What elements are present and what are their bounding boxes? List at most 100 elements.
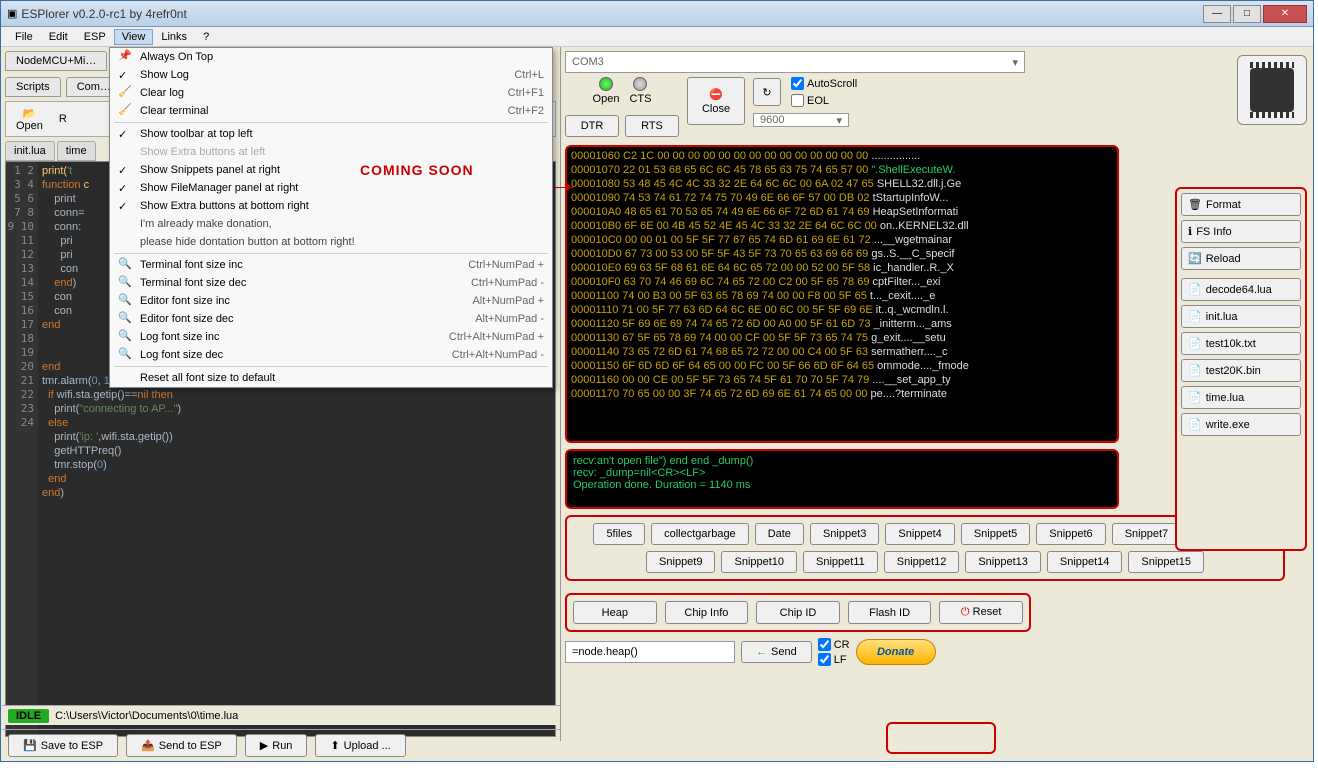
minimize-button[interactable]: — — [1203, 5, 1231, 23]
donation-note: I'm already make donation, — [110, 215, 552, 233]
menu-term-font-inc[interactable]: 🔍Terminal font size incCtrl+NumPad + — [110, 256, 552, 274]
menu-log-font-dec[interactable]: 🔍Log font size decCtrl+Alt+NumPad - — [110, 346, 552, 364]
file-icon: 📄 — [1188, 364, 1202, 377]
snippet-button-6[interactable]: Snippet6 — [1036, 523, 1105, 545]
file-item-1[interactable]: 📄init.lua — [1181, 305, 1301, 328]
flashid-button[interactable]: Flash ID — [848, 601, 932, 624]
rts-button[interactable]: RTS — [625, 115, 679, 137]
hex-row: 00001160 00 00 CE 00 5F 5F 73 65 74 5F 6… — [571, 373, 1113, 387]
snippet-button-1[interactable]: collectgarbage — [651, 523, 749, 545]
snippet-button-10[interactable]: Snippet10 — [721, 551, 797, 573]
heap-button[interactable]: Heap — [573, 601, 657, 624]
cts-led-icon — [633, 77, 647, 91]
run-button[interactable]: ▶Run — [245, 734, 308, 757]
file-item-3[interactable]: 📄test20K.bin — [1181, 359, 1301, 382]
baud-combo[interactable]: 9600 — [753, 113, 849, 127]
file-tab-time[interactable]: time — [57, 141, 96, 161]
subtab-scripts[interactable]: Scripts — [5, 77, 61, 97]
close-button[interactable]: ✕ — [1263, 5, 1307, 23]
snippet-button-12[interactable]: Snippet12 — [884, 551, 960, 573]
menu-show-toolbar-topleft[interactable]: ✓Show toolbar at top left — [110, 125, 552, 143]
r-button[interactable]: R — [53, 111, 73, 127]
file-item-2[interactable]: 📄test10k.txt — [1181, 332, 1301, 355]
tab-nodemcu[interactable]: NodeMCU+Mi… — [5, 51, 107, 71]
donate-button[interactable]: Donate — [856, 639, 936, 665]
app-icon: ▣ — [7, 7, 17, 20]
menu-show-extra-left: Show Extra buttons at left — [110, 143, 552, 161]
snippet-button-9[interactable]: Snippet9 — [646, 551, 715, 573]
hex-row: 00001070 22 01 53 68 65 6C 6C 45 78 65 6… — [571, 163, 1113, 177]
info-icon: ℹ — [1188, 225, 1192, 238]
chipid-button[interactable]: Chip ID — [756, 601, 840, 624]
snippet-button-0[interactable]: 5files — [593, 523, 645, 545]
reset-button[interactable]: ⏻ Reset — [939, 601, 1023, 624]
menu-show-log[interactable]: ✓Show LogCtrl+L — [110, 66, 552, 84]
format-button[interactable]: 🗑Format — [1181, 193, 1301, 216]
zoom-in-icon: 🔍 — [118, 293, 134, 309]
esp-chip-button[interactable] — [1237, 55, 1307, 125]
menu-show-extra-bottomright[interactable]: ✓Show Extra buttons at bottom right — [110, 197, 552, 215]
check-icon: ✓ — [118, 182, 127, 195]
log-line: recv: _dump=nil<CR><LF> — [573, 467, 1111, 479]
menu-clear-terminal[interactable]: 🧹Clear terminalCtrl+F2 — [110, 102, 552, 120]
close-port-button[interactable]: ⛔Close — [687, 77, 745, 125]
maximize-button[interactable]: □ — [1233, 5, 1261, 23]
snippet-button-14[interactable]: Snippet14 — [1047, 551, 1123, 573]
snippet-button-15[interactable]: Snippet15 — [1128, 551, 1204, 573]
refresh-icon: ↻ — [762, 86, 771, 99]
menu-show-snippets-right[interactable]: ✓Show Snippets panel at right — [110, 161, 552, 179]
file-item-5[interactable]: 📄write.exe — [1181, 413, 1301, 436]
snippet-button-2[interactable]: Date — [755, 523, 804, 545]
autoscroll-checkbox[interactable]: AutoScroll — [791, 77, 857, 90]
menu-term-font-dec[interactable]: 🔍Terminal font size decCtrl+NumPad - — [110, 274, 552, 292]
snippet-button-13[interactable]: Snippet13 — [965, 551, 1041, 573]
cts-label: CTS — [629, 93, 651, 105]
cr-checkbox[interactable]: CR — [818, 638, 850, 651]
snippet-button-7[interactable]: Snippet7 — [1112, 523, 1181, 545]
file-item-4[interactable]: 📄time.lua — [1181, 386, 1301, 409]
snippet-button-11[interactable]: Snippet11 — [803, 551, 878, 573]
menu-links[interactable]: Links — [153, 29, 195, 45]
menu-edit[interactable]: Edit — [41, 29, 76, 45]
status-idle: IDLE — [8, 709, 49, 723]
snippet-button-3[interactable]: Snippet3 — [810, 523, 879, 545]
status-bar: IDLE C:\Users\Victor\Documents\0\time.lu… — [2, 705, 560, 725]
menu-file[interactable]: File — [7, 29, 41, 45]
file-tab-init[interactable]: init.lua — [5, 141, 55, 161]
zoom-out-icon: 🔍 — [118, 275, 134, 291]
refresh-button[interactable]: ↻ — [753, 78, 781, 106]
reload-button[interactable]: 🔄Reload — [1181, 247, 1301, 270]
line-gutter: 1 2 3 4 5 6 7 8 9 10 11 12 13 14 15 16 1… — [6, 162, 38, 736]
send-to-esp-button[interactable]: 📤Send to ESP — [126, 734, 237, 757]
titlebar: ▣ ESPlorer v0.2.0-rc1 by 4refr0nt — □ ✕ — [1, 1, 1313, 27]
menu-editor-font-inc[interactable]: 🔍Editor font size incAlt+NumPad + — [110, 292, 552, 310]
menu-log-font-inc[interactable]: 🔍Log font size incCtrl+Alt+NumPad + — [110, 328, 552, 346]
save-to-esp-button[interactable]: 💾Save to ESP — [8, 734, 118, 757]
dtr-button[interactable]: DTR — [565, 115, 619, 137]
upload-button[interactable]: ⬆Upload ... — [315, 734, 405, 757]
menu-show-filemgr-right[interactable]: ✓Show FileManager panel at right — [110, 179, 552, 197]
hex-row: 00001090 74 53 74 61 72 74 75 70 49 6E 6… — [571, 191, 1113, 205]
menu-reset-fonts[interactable]: Reset all font size to default — [110, 369, 552, 387]
menu-view[interactable]: View — [114, 29, 154, 45]
chipinfo-button[interactable]: Chip Info — [665, 601, 749, 624]
menu-clear-log[interactable]: 🧹Clear logCtrl+F1 — [110, 84, 552, 102]
send-button[interactable]: ←Send — [741, 641, 812, 663]
eol-checkbox[interactable]: EOL — [791, 94, 857, 107]
menu-esp[interactable]: ESP — [76, 29, 114, 45]
view-menu-dropdown: 📌Always On Top ✓Show LogCtrl+L 🧹Clear lo… — [109, 47, 553, 388]
port-combo[interactable]: COM3 — [565, 51, 1025, 73]
open-button[interactable]: 📂Open — [10, 105, 49, 134]
menu-editor-font-dec[interactable]: 🔍Editor font size decAlt+NumPad - — [110, 310, 552, 328]
hex-row: 000010D0 67 73 00 53 00 5F 5F 43 5F 73 7… — [571, 247, 1113, 261]
hex-dump[interactable]: 00001060 C2 1C 00 00 00 00 00 00 00 00 0… — [565, 145, 1119, 443]
lf-checkbox[interactable]: LF — [818, 653, 850, 666]
menu-help[interactable]: ? — [195, 29, 217, 45]
hex-row: 00001140 73 65 72 6D 61 74 68 65 72 72 0… — [571, 345, 1113, 359]
snippet-button-5[interactable]: Snippet5 — [961, 523, 1030, 545]
menu-always-on-top[interactable]: 📌Always On Top — [110, 48, 552, 66]
file-item-0[interactable]: 📄decode64.lua — [1181, 278, 1301, 301]
snippet-button-4[interactable]: Snippet4 — [885, 523, 954, 545]
command-input[interactable] — [565, 641, 735, 663]
fsinfo-button[interactable]: ℹFS Info — [1181, 220, 1301, 243]
